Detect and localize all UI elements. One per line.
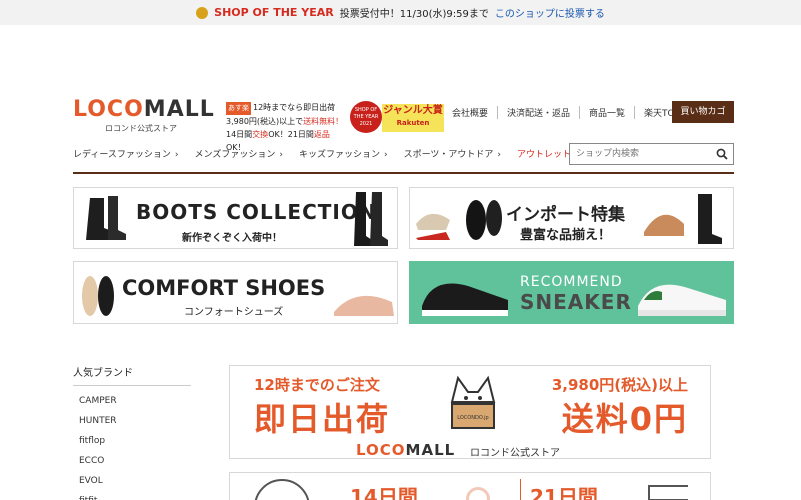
- promo-14days: 14日間: [226, 130, 253, 139]
- promo-return: 返品: [313, 130, 330, 139]
- vote-link[interactable]: このショップに投票する: [495, 5, 605, 20]
- order-by-noon-text: 12時までのご注文: [254, 376, 380, 394]
- shipping-brand-mall: MALL: [405, 441, 456, 459]
- cart-button[interactable]: 買い物カゴ: [672, 101, 734, 123]
- promo-line1: 12時までなら即日出荷: [253, 103, 336, 112]
- promo-tax: (税込)以上で: [256, 117, 304, 126]
- mascot-box-label: LOCONDO.jp: [457, 415, 488, 421]
- nav-divider: [73, 172, 734, 174]
- boots-title: BOOTS COLLECTION: [136, 200, 377, 224]
- comfort-shoes-banner[interactable]: COMFORT SHOES コンフォートシューズ: [73, 261, 398, 324]
- chevron-right-icon: ›: [174, 150, 179, 160]
- shipping-brand: LOCOMALL: [356, 441, 455, 459]
- shipping-brand-loco: LOCO: [356, 441, 406, 459]
- boot-image: [86, 196, 126, 240]
- pump-image: [334, 295, 394, 316]
- popular-brands-sidebar: 人気ブランド CAMPER HUNTER fitflop ECCO EVOL f…: [73, 364, 191, 500]
- boots-caption: 新作ぞくぞく入荷中！: [182, 233, 282, 244]
- nav-kids-label: キッズファッション: [298, 150, 380, 160]
- cat-mascot-icon: LOCONDO.jp: [450, 375, 496, 429]
- rakuten-label: Rakuten: [396, 119, 430, 127]
- cat-mascot-icon: [254, 479, 310, 500]
- nav-mens-label: メンズファッション: [194, 150, 276, 160]
- arrow-right-icon: [648, 485, 688, 500]
- shop-of-the-year-badge: SHOP OF THE YEAR 2021: [350, 101, 382, 133]
- shop-of-the-year-label: SHOP OF THE YEAR: [214, 6, 334, 19]
- same-day-shipping-text: 即日出荷: [254, 400, 391, 438]
- pumps-image: [416, 200, 502, 240]
- category-nav: レディースファッション › メンズファッション › キッズファッション › スポーツ・…: [73, 147, 595, 160]
- brand-camper[interactable]: CAMPER: [73, 394, 191, 414]
- min-purchase-text: 3,980円(税込)以上: [551, 376, 688, 394]
- boots-collection-banner[interactable]: BOOTS COLLECTION 新作ぞくぞく入荷中！: [73, 187, 398, 249]
- flat-shoe-image: [82, 276, 114, 316]
- promo-exchange: 交換: [252, 130, 269, 139]
- shipping-brand-subtitle: ロコンド公式ストア: [470, 448, 560, 459]
- comfort-title: COMFORT SHOES: [122, 276, 326, 300]
- logo-loco: LOCO: [73, 97, 144, 122]
- return-21-days: 21日間: [530, 485, 598, 500]
- recommend-sneaker-banner[interactable]: RECOMMEND SNEAKER: [409, 261, 734, 324]
- returns-divider: [520, 479, 521, 500]
- brand-evol[interactable]: EVOL: [73, 474, 191, 494]
- shop-search: [569, 143, 734, 165]
- trophy-icon: [196, 6, 209, 19]
- chevron-right-icon: ›: [497, 150, 502, 160]
- import-caption: 豊富な品揃え！: [520, 228, 612, 243]
- chevron-right-icon: ›: [279, 150, 283, 160]
- logo-mall: MALL: [143, 97, 215, 122]
- brand-hunter[interactable]: HUNTER: [73, 414, 191, 434]
- product-list-link[interactable]: 商品一覧: [579, 105, 634, 119]
- header-links: 会社概要 決済配送・返品 商品一覧 楽天TOP: [452, 104, 689, 120]
- top-promo-bar: SHOP OF THE YEAR 投票受付中！11/30(水)9:59まで この…: [0, 0, 801, 25]
- brand-fitfit[interactable]: fitfit: [73, 494, 191, 500]
- nav-sports-label: スポーツ・アウトドア: [403, 150, 494, 160]
- chevron-right-icon: ›: [383, 150, 388, 160]
- nav-ladies[interactable]: レディースファッション ›: [73, 147, 179, 160]
- black-sneaker-image: [422, 283, 508, 316]
- exchange-14-days: 14日間: [350, 485, 418, 500]
- sneaker-caption: SNEAKER: [520, 290, 632, 314]
- brand-ecco[interactable]: ECCO: [73, 454, 191, 474]
- import-title: インポート特集: [506, 205, 625, 225]
- genre-award-banner: ジャンル大賞 Rakuten: [382, 104, 444, 132]
- nav-outlet-label: アウトレット: [517, 150, 572, 160]
- sneaker-title: RECOMMEND: [520, 274, 623, 290]
- promo-price: 3,980円: [226, 117, 257, 126]
- search-icon[interactable]: [716, 148, 728, 160]
- sandal-boot-image: [644, 194, 722, 244]
- promo-21days: OK！21日間: [268, 130, 314, 139]
- free-shipping-text: 送料0円: [561, 400, 688, 438]
- nav-sports[interactable]: スポーツ・アウトドア ›: [404, 147, 501, 160]
- tall-boot-image: [354, 192, 388, 246]
- genre-award-label: ジャンル大賞: [383, 105, 443, 116]
- brand-fitflop[interactable]: fitflop: [73, 434, 191, 454]
- nav-mens[interactable]: メンズファッション ›: [195, 147, 283, 160]
- nav-kids[interactable]: キッズファッション ›: [299, 147, 388, 160]
- promo-free-shipping: 送料無料！: [303, 117, 344, 126]
- same-day-shipping-banner[interactable]: 12時までのご注文 即日出荷 3,980円(税込)以上 送料0円 LOCONDO…: [229, 365, 711, 459]
- white-sneaker-image: [638, 284, 726, 316]
- logo-subtitle: ロコンド公式ストア: [105, 124, 177, 133]
- asuraku-badge: あす楽: [226, 102, 251, 115]
- search-input[interactable]: [570, 144, 710, 164]
- company-info-link[interactable]: 会社概要: [452, 106, 497, 119]
- locomall-logo[interactable]: LOCOMALL ロコンド公式ストア: [73, 97, 214, 135]
- payment-shipping-link[interactable]: 決済配送・返品: [497, 105, 579, 119]
- comfort-caption: コンフォートシューズ: [184, 307, 284, 318]
- cycle-icon: [466, 487, 490, 500]
- nav-ladies-label: レディースファッション: [73, 150, 171, 160]
- returns-banner[interactable]: 14日間 21日間: [229, 472, 711, 500]
- import-feature-banner[interactable]: インポート特集 豊富な品揃え！: [409, 187, 734, 249]
- vote-notice: 投票受付中！11/30(水)9:59まで: [339, 9, 489, 20]
- popular-brands-heading: 人気ブランド: [73, 364, 191, 386]
